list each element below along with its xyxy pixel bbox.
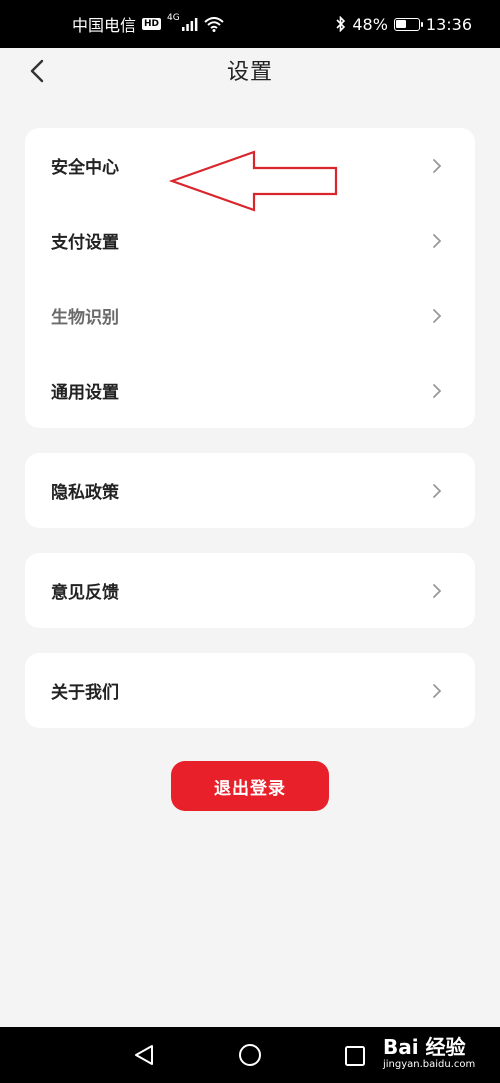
watermark: Bai 经验 jingyan.baidu.com bbox=[383, 1035, 475, 1071]
status-bar: 中国电信 HD 4G 48% 13:36 bbox=[0, 0, 500, 48]
system-nav-bar: Bai 经验 jingyan.baidu.com bbox=[0, 1027, 500, 1083]
nav-recent-icon[interactable] bbox=[344, 1045, 366, 1067]
row-general-settings[interactable]: 通用设置 bbox=[25, 353, 475, 428]
row-label: 支付设置 bbox=[51, 233, 119, 253]
watermark-logo: Bai 经验 bbox=[383, 1035, 466, 1059]
row-label: 意见反馈 bbox=[51, 583, 119, 603]
chevron-right-icon bbox=[433, 683, 442, 698]
row-payment-settings[interactable]: 支付设置 bbox=[25, 203, 475, 278]
chevron-right-icon bbox=[433, 483, 442, 498]
status-left: 中国电信 HD 4G bbox=[72, 12, 224, 36]
battery-percent: 48% bbox=[352, 14, 388, 34]
row-feedback[interactable]: 意见反馈 bbox=[25, 553, 475, 628]
chevron-right-icon bbox=[433, 308, 442, 323]
settings-group-privacy: 隐私政策 bbox=[25, 453, 475, 528]
row-label: 关于我们 bbox=[51, 683, 119, 703]
settings-group-about: 关于我们 bbox=[25, 653, 475, 728]
header: 设置 bbox=[0, 48, 500, 92]
status-right: 48% 13:36 bbox=[335, 15, 472, 34]
row-label: 生物识别 bbox=[51, 308, 119, 328]
nav-back-icon[interactable] bbox=[133, 1043, 155, 1067]
back-button[interactable] bbox=[22, 56, 52, 86]
row-privacy-policy[interactable]: 隐私政策 bbox=[25, 453, 475, 528]
row-label: 通用设置 bbox=[51, 383, 119, 403]
chevron-right-icon bbox=[433, 158, 442, 173]
logout-button[interactable]: 退出登录 bbox=[171, 761, 329, 811]
settings-screen: 中国电信 HD 4G 48% 13:36 设置 安全中心 支付设置 生物识别 通… bbox=[0, 0, 500, 1083]
nav-home-icon[interactable] bbox=[238, 1043, 262, 1067]
chevron-right-icon bbox=[433, 583, 442, 598]
signal-icon bbox=[181, 17, 198, 31]
back-icon bbox=[30, 59, 44, 83]
bluetooth-icon bbox=[336, 16, 346, 32]
row-about-us[interactable]: 关于我们 bbox=[25, 653, 475, 728]
settings-group-feedback: 意见反馈 bbox=[25, 553, 475, 628]
carrier-name: 中国电信 bbox=[72, 16, 137, 35]
page-title: 设置 bbox=[226, 60, 273, 85]
watermark-url: jingyan.baidu.com bbox=[383, 1059, 476, 1070]
row-label: 安全中心 bbox=[51, 158, 119, 178]
arrow-annotation bbox=[168, 150, 338, 212]
battery-icon bbox=[393, 17, 423, 31]
network-type: 4G bbox=[167, 13, 180, 23]
row-biometrics[interactable]: 生物识别 bbox=[25, 278, 475, 353]
battery-fill bbox=[396, 20, 407, 28]
row-label: 隐私政策 bbox=[51, 483, 119, 503]
chevron-right-icon bbox=[433, 233, 442, 248]
clock: 13:36 bbox=[425, 14, 472, 34]
wifi-icon bbox=[204, 16, 224, 32]
chevron-right-icon bbox=[433, 383, 442, 398]
hd-badge: HD bbox=[142, 18, 162, 30]
